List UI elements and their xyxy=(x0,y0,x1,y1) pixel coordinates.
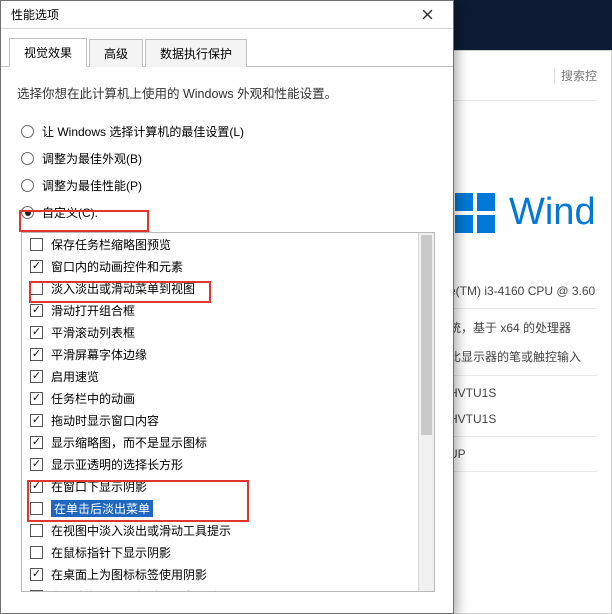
info-line: 统，基于 x64 的处理器 xyxy=(445,313,597,342)
tab-label: 数据执行保护 xyxy=(160,47,232,61)
checkbox-icon[interactable] xyxy=(30,238,43,251)
close-button[interactable] xyxy=(407,3,447,27)
option-row[interactable]: 启用速览 xyxy=(22,365,434,387)
option-label: 保存任务栏缩略图预览 xyxy=(51,236,171,253)
option-row[interactable]: 滑动打开组合框 xyxy=(22,299,434,321)
checkbox-icon[interactable] xyxy=(30,348,43,361)
dialog-title: 性能选项 xyxy=(11,6,59,23)
option-row[interactable]: 拖动时显示窗口内容 xyxy=(22,409,434,431)
option-label: 在窗口下显示阴影 xyxy=(51,478,147,495)
info-line: HVTU1S xyxy=(445,406,597,432)
option-label: 平滑滚动列表框 xyxy=(51,324,135,341)
search-placeholder[interactable]: 搜索控 xyxy=(561,67,597,84)
option-label: 显示缩略图，而不是显示图标 xyxy=(51,434,207,451)
info-line: e(TM) i3-4160 CPU @ 3.60 xyxy=(445,278,597,304)
tab-advanced[interactable]: 高级 xyxy=(89,39,143,67)
option-row[interactable]: 在视图中淡入淡出或滑动工具提示 xyxy=(22,519,434,541)
checkbox-icon[interactable] xyxy=(30,326,43,339)
option-row[interactable]: 在最大化和最小化时显示窗口动画 xyxy=(22,585,434,592)
radio-label: 让 Windows 选择计算机的最佳设置(L) xyxy=(42,123,244,140)
checkbox-icon[interactable] xyxy=(30,370,43,383)
scrollbar-thumb[interactable] xyxy=(421,235,432,435)
info-line: HVTU1S xyxy=(445,380,597,406)
option-row[interactable]: 平滑屏幕字体边缘 xyxy=(22,343,434,365)
option-label: 在最大化和最小化时显示窗口动画 xyxy=(51,588,231,593)
checkbox-icon[interactable] xyxy=(30,392,43,405)
scrollbar-vertical[interactable] xyxy=(418,233,434,591)
checkbox-icon[interactable] xyxy=(30,502,43,515)
checkbox-icon[interactable] xyxy=(30,524,43,537)
option-row[interactable]: 窗口内的动画控件和元素 xyxy=(22,255,434,277)
radio-icon xyxy=(21,179,34,192)
radio-icon xyxy=(21,206,34,219)
option-label: 拖动时显示窗口内容 xyxy=(51,412,159,429)
windows-brand-text: Wind xyxy=(509,191,596,234)
checkbox-icon[interactable] xyxy=(30,480,43,493)
toolbar-separator xyxy=(554,68,555,84)
option-label: 淡入淡出或滑动菜单到视图 xyxy=(51,280,195,297)
option-row[interactable]: 显示缩略图，而不是显示图标 xyxy=(22,431,434,453)
option-row[interactable]: 保存任务栏缩略图预览 xyxy=(22,233,434,255)
option-label: 任务栏中的动画 xyxy=(51,390,135,407)
tab-label: 视觉效果 xyxy=(24,46,72,60)
checkbox-icon[interactable] xyxy=(30,436,43,449)
radio-label: 自定义(C): xyxy=(42,204,98,221)
radio-icon xyxy=(21,125,34,138)
option-label: 显示亚透明的选择长方形 xyxy=(51,456,183,473)
option-label: 在单击后淡出菜单 xyxy=(51,500,153,517)
dialog-body: 让 Windows 选择计算机的最佳设置(L) 调整为最佳外观(B) 调整为最佳… xyxy=(1,112,453,613)
tab-label: 高级 xyxy=(104,47,128,61)
checkbox-icon[interactable] xyxy=(30,282,43,295)
option-row[interactable]: 在单击后淡出菜单 xyxy=(22,497,434,519)
option-row[interactable]: 在鼠标指针下显示阴影 xyxy=(22,541,434,563)
radio-label: 调整为最佳性能(P) xyxy=(42,177,142,194)
option-row[interactable]: 淡入淡出或滑动菜单到视图 xyxy=(22,277,434,299)
option-label: 启用速览 xyxy=(51,368,99,385)
checkbox-icon[interactable] xyxy=(30,304,43,317)
option-row[interactable]: 显示亚透明的选择长方形 xyxy=(22,453,434,475)
windows-brand: Wind xyxy=(445,101,597,274)
checkbox-icon[interactable] xyxy=(30,568,43,581)
option-row[interactable]: 平滑滚动列表框 xyxy=(22,321,434,343)
dialog-titlebar: 性能选项 xyxy=(1,1,453,29)
radio-custom[interactable]: 自定义(C): xyxy=(21,199,435,226)
close-icon xyxy=(422,9,433,20)
tab-dep[interactable]: 数据执行保护 xyxy=(145,39,247,67)
performance-options-dialog: 性能选项 视觉效果 高级 数据执行保护 选择你想在此计算机上使用的 Window… xyxy=(0,0,454,614)
visual-effects-list: 保存任务栏缩略图预览窗口内的动画控件和元素淡入淡出或滑动菜单到视图滑动打开组合框… xyxy=(21,232,435,592)
option-row[interactable]: 在桌面上为图标标签使用阴影 xyxy=(22,563,434,585)
info-line: UP xyxy=(445,441,597,467)
option-label: 窗口内的动画控件和元素 xyxy=(51,258,183,275)
radio-let-windows-choose[interactable]: 让 Windows 选择计算机的最佳设置(L) xyxy=(21,118,435,145)
option-row[interactable]: 任务栏中的动画 xyxy=(22,387,434,409)
checkbox-icon[interactable] xyxy=(30,590,43,593)
radio-best-performance[interactable]: 调整为最佳性能(P) xyxy=(21,172,435,199)
page-subtitle: 选择你想在此计算机上使用的 Windows 外观和性能设置。 xyxy=(1,67,453,112)
checkbox-icon[interactable] xyxy=(30,458,43,471)
info-line: 比显示器的笔或触控输入 xyxy=(445,342,597,371)
checkbox-icon[interactable] xyxy=(30,546,43,559)
radio-label: 调整为最佳外观(B) xyxy=(42,150,142,167)
option-label: 在桌面上为图标标签使用阴影 xyxy=(51,566,207,583)
windows-logo-icon xyxy=(455,193,495,233)
system-info-window: 搜索控 Wind e(TM) i3-4160 CPU @ 3.60 统，基于 x… xyxy=(430,50,612,614)
system-info-list: e(TM) i3-4160 CPU @ 3.60 统，基于 x64 的处理器 比… xyxy=(445,278,597,472)
tab-visual-effects[interactable]: 视觉效果 xyxy=(9,38,87,67)
option-label: 在视图中淡入淡出或滑动工具提示 xyxy=(51,522,231,539)
radio-icon xyxy=(21,152,34,165)
tab-strip: 视觉效果 高级 数据执行保护 xyxy=(1,29,453,67)
option-label: 滑动打开组合框 xyxy=(51,302,135,319)
option-label: 平滑屏幕字体边缘 xyxy=(51,346,147,363)
option-label: 在鼠标指针下显示阴影 xyxy=(51,544,171,561)
checkbox-icon[interactable] xyxy=(30,260,43,273)
checkbox-icon[interactable] xyxy=(30,414,43,427)
option-row[interactable]: 在窗口下显示阴影 xyxy=(22,475,434,497)
radio-best-appearance[interactable]: 调整为最佳外观(B) xyxy=(21,145,435,172)
